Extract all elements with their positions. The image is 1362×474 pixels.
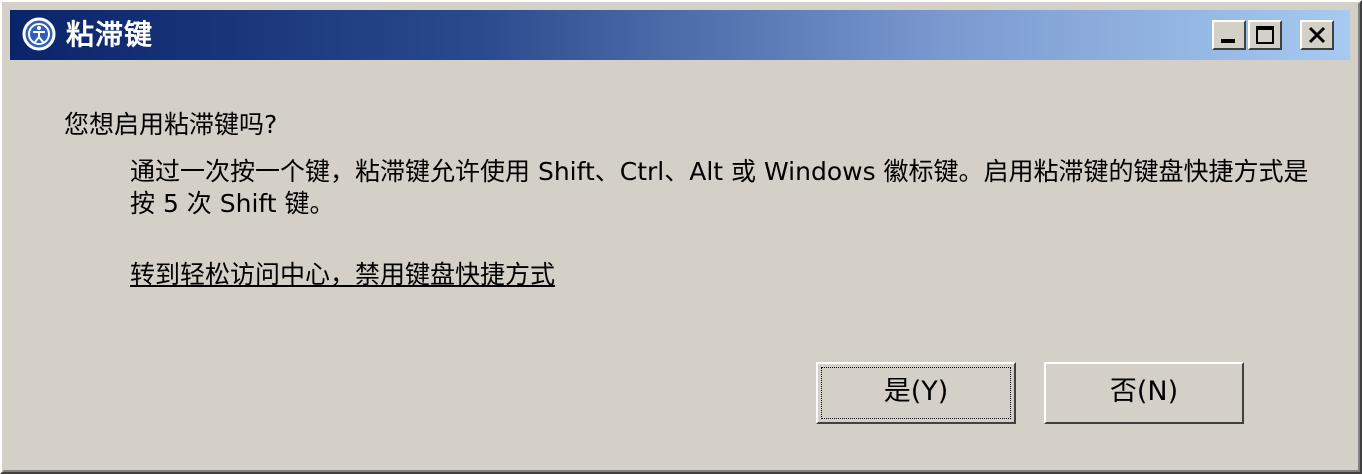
yes-button[interactable]: 是(Y) (816, 362, 1016, 424)
prompt-description: 通过一次按一个键，粘滞键允许使用 Shift、Ctrl、Alt 或 Window… (130, 157, 1309, 218)
no-button[interactable]: 否(N) (1044, 362, 1244, 424)
close-icon (1308, 26, 1326, 44)
sticky-keys-dialog: 粘滞键 您想启用粘滞键吗? 通过一次按一个键，粘滞键允许使用 Shift、Ctr… (0, 0, 1362, 474)
prompt-question: 您想启用粘滞键吗? (64, 110, 278, 139)
minimize-button[interactable] (1212, 20, 1246, 50)
maximize-button[interactable] (1248, 20, 1282, 50)
title-bar[interactable]: 粘滞键 (10, 10, 1350, 60)
ease-of-access-link[interactable]: 转到轻松访问中心，禁用键盘快捷方式 (130, 258, 555, 292)
window-title: 粘滞键 (66, 18, 154, 51)
close-button[interactable] (1300, 20, 1334, 50)
accessibility-icon (22, 17, 56, 51)
